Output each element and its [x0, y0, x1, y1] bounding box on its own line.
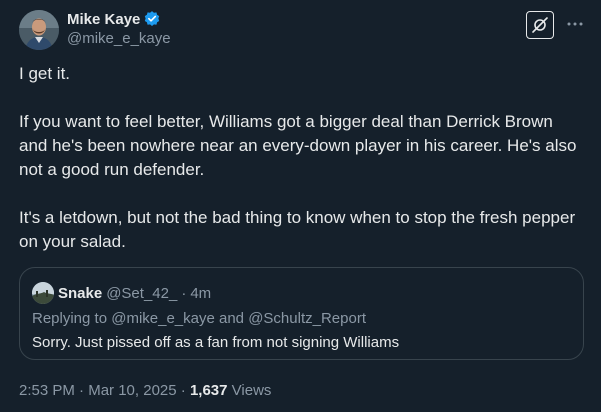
grok-icon [532, 17, 548, 33]
quote-text: Sorry. Just pissed off as a fan from not… [32, 334, 400, 351]
tweet: Mike Kaye @mike_e_kaye I get it. If you … [0, 0, 601, 412]
views-label: Views [231, 382, 272, 399]
author-info: Mike Kaye @mike_e_kaye [67, 9, 171, 48]
footer-separator: · [180, 382, 186, 399]
quote-author-name[interactable]: Snake [58, 285, 102, 302]
tweet-paragraph: It's a letdown, but not the bad thing to… [19, 208, 576, 251]
tweet-footer: 2:53 PM · Mar 10, 2025 · 1,637 Views [19, 382, 271, 399]
quote-avatar-image [32, 282, 54, 304]
post-date[interactable]: Mar 10, 2025 [88, 382, 176, 399]
author-name-row: Mike Kaye [67, 9, 171, 29]
footer-separator: · [79, 382, 85, 399]
more-options-icon [567, 22, 583, 26]
tweet-text: I get it. If you want to feel better, Wi… [19, 62, 579, 278]
replying-and: and [219, 310, 245, 327]
tweet-paragraph: I get it. [19, 64, 71, 83]
verified-badge-icon[interactable] [143, 10, 161, 28]
quote-author-handle[interactable]: @Set_42_ [106, 285, 177, 302]
author-avatar[interactable] [19, 10, 59, 50]
quote-header: Snake @Set_42_ · 4m [32, 282, 211, 304]
quote-separator: · [181, 284, 187, 302]
grok-button[interactable] [526, 11, 554, 39]
author-avatar-image [19, 10, 59, 50]
replying-mention-1[interactable]: @mike_e_kaye [111, 310, 215, 327]
views-count: 1,637 [189, 382, 228, 399]
quoted-tweet[interactable]: Snake @Set_42_ · 4m Replying to @mike_e_… [19, 267, 584, 360]
tweet-paragraph: If you want to feel better, Williams got… [19, 112, 577, 179]
author-handle[interactable]: @mike_e_kaye [67, 30, 171, 47]
more-options-button[interactable] [563, 12, 587, 36]
quote-replying-to: Replying to @mike_e_kaye and @Schultz_Re… [32, 310, 366, 327]
post-time[interactable]: 2:53 PM [19, 382, 75, 399]
author-name[interactable]: Mike Kaye [67, 11, 140, 28]
quote-time[interactable]: 4m [190, 285, 211, 302]
replying-prefix: Replying to [32, 310, 108, 327]
quote-avatar[interactable] [32, 282, 54, 304]
replying-mention-2[interactable]: @Schultz_Report [248, 310, 366, 327]
